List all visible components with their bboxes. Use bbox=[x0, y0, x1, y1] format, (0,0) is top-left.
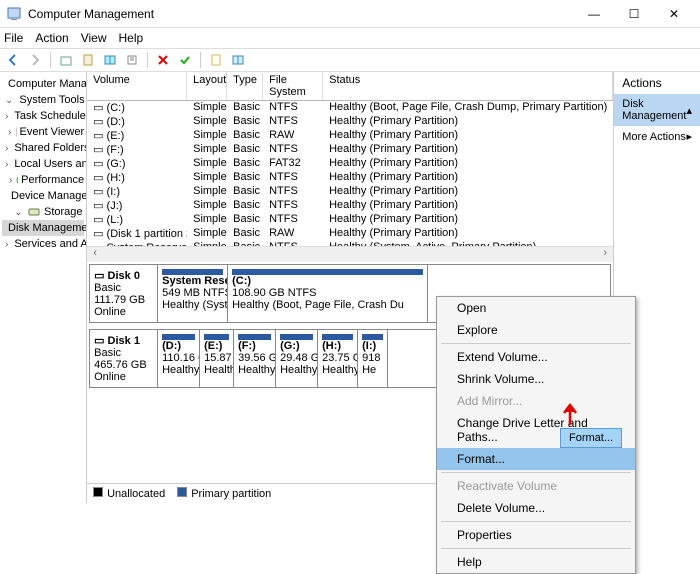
volume-row[interactable]: ▭ (G:)SimpleBasicFAT32Healthy (Primary P… bbox=[87, 157, 613, 171]
minimize-button[interactable]: — bbox=[574, 2, 614, 26]
volume-row[interactable]: ▭ (H:)SimpleBasicNTFSHealthy (Primary Pa… bbox=[87, 171, 613, 185]
ctx-extend[interactable]: Extend Volume... bbox=[437, 346, 635, 368]
partition[interactable]: (G:)29.48 GHealthy bbox=[276, 330, 318, 387]
partition[interactable]: (E:)15.87 (Health bbox=[200, 330, 234, 387]
partition[interactable]: (C:)108.90 GB NTFSHealthy (Boot, Page Fi… bbox=[228, 265, 428, 322]
chevron-right-icon: ▸ bbox=[686, 130, 692, 143]
volume-list[interactable]: ▭ (C:)SimpleBasicNTFSHealthy (Boot, Page… bbox=[87, 101, 613, 246]
col-layout[interactable]: Layout bbox=[187, 72, 227, 100]
menubar: File Action View Help bbox=[0, 28, 700, 48]
menu-action[interactable]: Action bbox=[35, 31, 68, 45]
tree-services[interactable]: ›Services and Applications bbox=[2, 236, 84, 252]
scroll-right-icon[interactable]: › bbox=[597, 247, 613, 262]
col-volume[interactable]: Volume bbox=[87, 72, 187, 100]
horizontal-scrollbar[interactable]: ‹ › bbox=[87, 246, 613, 262]
help-button[interactable] bbox=[229, 51, 247, 69]
tree-event-viewer[interactable]: ›Event Viewer bbox=[2, 124, 84, 140]
volume-row[interactable]: ▭ (D:)SimpleBasicNTFSHealthy (Primary Pa… bbox=[87, 115, 613, 129]
ctx-reactivate: Reactivate Volume bbox=[437, 475, 635, 497]
tree-device-manager[interactable]: Device Manager bbox=[2, 188, 84, 204]
delete-button[interactable] bbox=[154, 51, 172, 69]
volume-row[interactable]: ▭ (F:)SimpleBasicNTFSHealthy (Primary Pa… bbox=[87, 143, 613, 157]
toolbar bbox=[0, 48, 700, 72]
volume-row[interactable]: ▭ (I:)SimpleBasicNTFSHealthy (Primary Pa… bbox=[87, 185, 613, 199]
tree-task-scheduler[interactable]: ›Task Scheduler bbox=[2, 108, 84, 124]
close-button[interactable]: ✕ bbox=[654, 2, 694, 26]
partition[interactable]: (D:)110.16 GHealthy bbox=[158, 330, 200, 387]
ctx-delete[interactable]: Delete Volume... bbox=[437, 497, 635, 519]
partition[interactable]: (F:)39.56 GHealthy bbox=[234, 330, 276, 387]
new-button[interactable] bbox=[207, 51, 225, 69]
volume-row[interactable]: ▭ (E:)SimpleBasicRAWHealthy (Primary Par… bbox=[87, 129, 613, 143]
col-filesystem[interactable]: File System bbox=[263, 72, 323, 100]
menu-help[interactable]: Help bbox=[119, 31, 144, 45]
back-button[interactable] bbox=[4, 51, 22, 69]
collapse-icon: ▴ bbox=[686, 104, 692, 117]
ctx-open[interactable]: Open bbox=[437, 297, 635, 319]
partition[interactable]: (H:)23.75 GHealthy bbox=[318, 330, 358, 387]
tree-local-users[interactable]: ›Local Users and Groups bbox=[2, 156, 84, 172]
volume-row[interactable]: ▭ (Disk 1 partition 2)SimpleBasicRAWHeal… bbox=[87, 227, 613, 241]
tree-disk-management[interactable]: Disk Management bbox=[2, 220, 84, 236]
export-button[interactable] bbox=[123, 51, 141, 69]
disk-header: ▭ Disk 0Basic111.79 GBOnline bbox=[90, 265, 158, 322]
volume-row[interactable]: ▭ (C:)SimpleBasicNTFSHealthy (Boot, Page… bbox=[87, 101, 613, 115]
ctx-add-mirror: Add Mirror... bbox=[437, 390, 635, 412]
tree-root[interactable]: Computer Management (Local bbox=[2, 76, 84, 92]
ctx-help[interactable]: Help bbox=[437, 551, 635, 573]
volume-row[interactable]: ▭ (L:)SimpleBasicNTFSHealthy (Primary Pa… bbox=[87, 213, 613, 227]
ctx-format[interactable]: Format... bbox=[437, 448, 635, 470]
refresh-button[interactable] bbox=[101, 51, 119, 69]
scroll-left-icon[interactable]: ‹ bbox=[87, 247, 103, 262]
volume-list-header[interactable]: Volume Layout Type File System Status bbox=[87, 72, 613, 101]
volume-row[interactable]: ▭ (J:)SimpleBasicNTFSHealthy (Primary Pa… bbox=[87, 199, 613, 213]
menu-file[interactable]: File bbox=[4, 31, 23, 45]
up-button[interactable] bbox=[57, 51, 75, 69]
col-status[interactable]: Status bbox=[323, 72, 613, 100]
annotation-arrow bbox=[560, 403, 580, 425]
legend-unallocated: Unallocated bbox=[107, 488, 165, 500]
titlebar: Computer Management — ☐ ✕ bbox=[0, 0, 700, 28]
tree-performance[interactable]: ›Performance bbox=[2, 172, 84, 188]
disk-header: ▭ Disk 1Basic465.76 GBOnline bbox=[90, 330, 158, 387]
menu-view[interactable]: View bbox=[81, 31, 107, 45]
forward-button[interactable] bbox=[26, 51, 44, 69]
app-icon bbox=[6, 6, 22, 22]
check-button[interactable] bbox=[176, 51, 194, 69]
ctx-shrink[interactable]: Shrink Volume... bbox=[437, 368, 635, 390]
tooltip: Format... bbox=[560, 428, 622, 448]
ctx-properties[interactable]: Properties bbox=[437, 524, 635, 546]
actions-disk-management[interactable]: Disk Management▴ bbox=[614, 94, 700, 126]
tree-system-tools[interactable]: ⌄System Tools bbox=[2, 92, 84, 108]
properties-button[interactable] bbox=[79, 51, 97, 69]
legend-primary: Primary partition bbox=[191, 488, 271, 500]
window-title: Computer Management bbox=[28, 7, 574, 21]
tree-storage[interactable]: ⌄Storage bbox=[2, 204, 84, 220]
maximize-button[interactable]: ☐ bbox=[614, 2, 654, 26]
nav-tree[interactable]: Computer Management (Local ⌄System Tools… bbox=[0, 72, 87, 503]
col-type[interactable]: Type bbox=[227, 72, 263, 100]
partition[interactable]: (I:)918He bbox=[358, 330, 388, 387]
partition[interactable]: System Reserve549 MB NTFSHealthy (System… bbox=[158, 265, 228, 322]
actions-more[interactable]: More Actions▸ bbox=[614, 126, 700, 147]
actions-header: Actions bbox=[614, 72, 700, 94]
tree-shared-folders[interactable]: ›Shared Folders bbox=[2, 140, 84, 156]
ctx-explore[interactable]: Explore bbox=[437, 319, 635, 341]
